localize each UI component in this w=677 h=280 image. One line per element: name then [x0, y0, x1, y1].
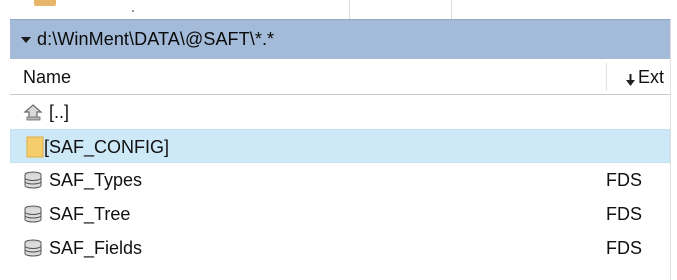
current-path: d:\WinMent\DATA\@SAFT\*.*: [37, 29, 275, 49]
list-item[interactable]: SAF_Fields FDS: [10, 231, 670, 265]
list-item-name: SAF_Types: [49, 170, 143, 190]
list-item-ext: FDS: [606, 238, 642, 258]
column-separator: [349, 0, 350, 19]
column-header-ext-label: Ext: [637, 67, 664, 87]
list-item-name: [..]: [49, 102, 70, 122]
database-icon: [23, 205, 43, 223]
list-item-ext: FDS: [606, 170, 642, 190]
database-icon: [23, 171, 43, 189]
column-header-ext[interactable]: Ext: [625, 67, 664, 88]
list-item-parent[interactable]: [..]: [10, 95, 670, 129]
folder-icon: [26, 136, 46, 158]
list-item-name: SAF_Tree: [49, 204, 131, 224]
list-item-name: SAF_Fields: [49, 238, 143, 258]
database-icon: [23, 239, 43, 257]
right-margin: [670, 19, 677, 280]
column-separator: [451, 0, 452, 19]
list-item[interactable]: SAF_Tree FDS: [10, 197, 670, 231]
column-header-name[interactable]: Name: [23, 67, 71, 88]
file-list: [..] [SAF_CONFIG] SAF_Types FDS SAF_Tree…: [10, 95, 670, 265]
top-strip: [0, 0, 677, 19]
sort-down-arrow-icon: [625, 71, 636, 86]
dot-mark: [132, 10, 134, 12]
list-item-ext: FDS: [606, 204, 642, 224]
list-item[interactable]: SAF_Types FDS: [10, 163, 670, 197]
list-item-name: [SAF_CONFIG]: [44, 137, 170, 157]
path-bar[interactable]: d:\WinMent\DATA\@SAFT\*.*: [10, 19, 670, 59]
list-item-selected[interactable]: [SAF_CONFIG]: [10, 129, 670, 163]
column-separator[interactable]: [606, 63, 607, 91]
folder-icon-partial: [34, 0, 56, 6]
triangle-down-icon[interactable]: [19, 33, 33, 47]
left-margin: [0, 19, 10, 280]
up-folder-icon: [23, 103, 43, 121]
column-header: Name Ext: [10, 59, 670, 95]
